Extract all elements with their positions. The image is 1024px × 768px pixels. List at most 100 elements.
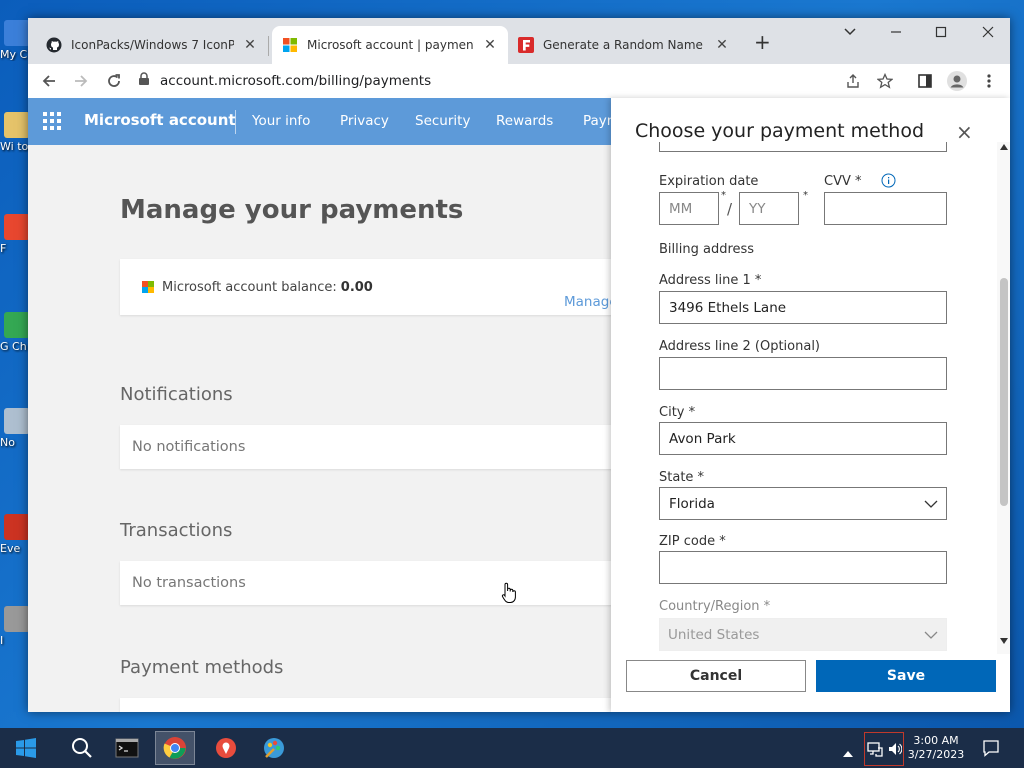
- tab-microsoft-account[interactable]: Microsoft account | payment op ✕: [272, 26, 508, 64]
- notifications-heading: Notifications: [120, 384, 233, 405]
- chrome-taskbar-icon[interactable]: [155, 731, 195, 765]
- shortcut-image-icon: [4, 408, 30, 434]
- zip-label: ZIP code *: [659, 534, 726, 549]
- payment-methods-heading: Payment methods: [120, 657, 284, 678]
- cvv-input[interactable]: [824, 192, 947, 225]
- page-content: Microsoft account Your info Privacy Secu…: [28, 98, 1010, 712]
- browser-window: IconPacks/Windows 7 IconPack | ✕ Microso…: [28, 18, 1010, 712]
- dialog-scrollbar[interactable]: [997, 142, 1010, 654]
- shortcut-image-icon: [4, 20, 30, 46]
- menu-kebab-icon[interactable]: [978, 70, 1000, 92]
- dialog-form: Expiration date MM * / YY * CVV * Billin…: [611, 142, 1010, 654]
- cancel-button[interactable]: Cancel: [626, 660, 806, 692]
- expiry-year-input[interactable]: YY: [739, 192, 799, 225]
- brand-title[interactable]: Microsoft account: [84, 111, 236, 129]
- terminal-icon[interactable]: [107, 731, 147, 765]
- payment-methods-card: [120, 698, 640, 712]
- scroll-up-arrow-icon[interactable]: [1000, 144, 1008, 150]
- side-panel-icon[interactable]: [914, 70, 936, 92]
- tab-divider: [268, 36, 269, 56]
- nav-your-info[interactable]: Your info: [252, 113, 310, 129]
- state-label: State *: [659, 470, 705, 485]
- country-select: United States: [659, 618, 947, 651]
- hand-cursor-icon: [501, 582, 517, 608]
- new-tab-button[interactable]: +: [754, 32, 771, 52]
- balance-card: Microsoft account balance: 0.00: [120, 259, 640, 315]
- clock-date: 3/27/2023: [907, 748, 965, 761]
- tab-iconpacks[interactable]: IconPacks/Windows 7 IconPack | ✕: [36, 26, 268, 64]
- volume-icon[interactable]: [888, 741, 902, 757]
- forward-button[interactable]: [70, 70, 92, 92]
- required-star: *: [721, 190, 726, 201]
- tab-search-icon[interactable]: [835, 26, 865, 42]
- address-bar[interactable]: account.microsoft.com/billing/payments: [138, 68, 898, 94]
- network-tray-icon[interactable]: [864, 732, 904, 766]
- tab-strip: IconPacks/Windows 7 IconPack | ✕ Microso…: [28, 18, 1010, 64]
- address2-input[interactable]: [659, 357, 947, 390]
- address1-input[interactable]: 3496 Ethels Lane: [659, 291, 947, 324]
- scroll-down-arrow-icon[interactable]: [1000, 638, 1008, 644]
- close-window-button[interactable]: [973, 26, 1003, 42]
- fakename-icon: [518, 37, 534, 53]
- transactions-card: No transactions: [120, 561, 640, 605]
- info-icon[interactable]: [881, 173, 896, 192]
- required-star: *: [803, 190, 808, 201]
- transactions-empty-text: No transactions: [132, 575, 246, 591]
- paint-icon[interactable]: [254, 731, 294, 765]
- close-icon[interactable]: ×: [956, 120, 973, 144]
- dialog-footer: Cancel Save: [611, 654, 1010, 712]
- expiry-month-input[interactable]: MM: [659, 192, 719, 225]
- tab-close-icon[interactable]: ✕: [482, 37, 498, 53]
- scrollbar-thumb[interactable]: [1000, 278, 1008, 506]
- bookmark-star-icon[interactable]: [874, 70, 896, 92]
- tab-close-icon[interactable]: ✕: [242, 37, 258, 53]
- maps-pin-icon[interactable]: [206, 731, 246, 765]
- shortcut-image-icon: [4, 112, 30, 138]
- city-label: City *: [659, 405, 696, 420]
- zip-input[interactable]: [659, 551, 947, 584]
- system-clock[interactable]: 3:00 AM 3/27/2023: [906, 734, 966, 762]
- chevron-down-icon: [924, 628, 938, 644]
- taskbar: 3:00 AM 3/27/2023: [0, 728, 1024, 768]
- back-button[interactable]: [38, 70, 60, 92]
- tab-fake-name-generator[interactable]: Generate a Random Name - Fak ✕: [508, 26, 740, 64]
- dialog-title: Choose your payment method: [635, 120, 924, 142]
- save-button[interactable]: Save: [816, 660, 996, 692]
- lock-icon: [138, 72, 150, 90]
- reload-button[interactable]: [103, 70, 125, 92]
- start-button[interactable]: [6, 731, 46, 765]
- state-value: Florida: [669, 495, 715, 512]
- billing-address-label: Billing address: [659, 242, 755, 257]
- address1-label: Address line 1 *: [659, 273, 762, 288]
- profile-avatar-icon[interactable]: [946, 70, 968, 92]
- balance-value: 0.00: [340, 279, 373, 295]
- address2-label: Address line 2 (Optional): [659, 339, 821, 354]
- browser-toolbar: account.microsoft.com/billing/payments: [28, 64, 1010, 98]
- manage-link[interactable]: Manage: [564, 294, 618, 310]
- nav-privacy[interactable]: Privacy: [340, 113, 389, 129]
- country-value: United States: [668, 626, 760, 643]
- expiration-label: Expiration date: [659, 174, 759, 189]
- tab-title: IconPacks/Windows 7 IconPack |: [71, 38, 234, 52]
- city-input[interactable]: Avon Park: [659, 422, 947, 455]
- country-label: Country/Region *: [659, 599, 771, 614]
- shortcut-image-icon: [4, 606, 30, 632]
- maximize-button[interactable]: [926, 26, 956, 42]
- nav-divider: [235, 110, 236, 134]
- nav-security[interactable]: Security: [415, 113, 470, 129]
- tab-close-icon[interactable]: ✕: [714, 37, 730, 53]
- chevron-down-icon: [924, 497, 938, 513]
- state-select[interactable]: Florida: [659, 487, 947, 520]
- show-hidden-icons-arrow[interactable]: [843, 743, 853, 762]
- cvv-label: CVV *: [824, 174, 862, 189]
- nav-rewards[interactable]: Rewards: [496, 113, 553, 129]
- app-launcher-icon[interactable]: [43, 112, 61, 130]
- tab-title: Generate a Random Name - Fak: [543, 38, 706, 52]
- github-icon: [46, 37, 62, 53]
- card-field-partial[interactable]: [659, 142, 947, 152]
- minimize-button[interactable]: [881, 26, 911, 42]
- notification-center-icon[interactable]: [982, 739, 1000, 761]
- share-icon[interactable]: [842, 70, 864, 92]
- shortcut-image-icon: [4, 514, 30, 540]
- search-icon[interactable]: [62, 731, 102, 765]
